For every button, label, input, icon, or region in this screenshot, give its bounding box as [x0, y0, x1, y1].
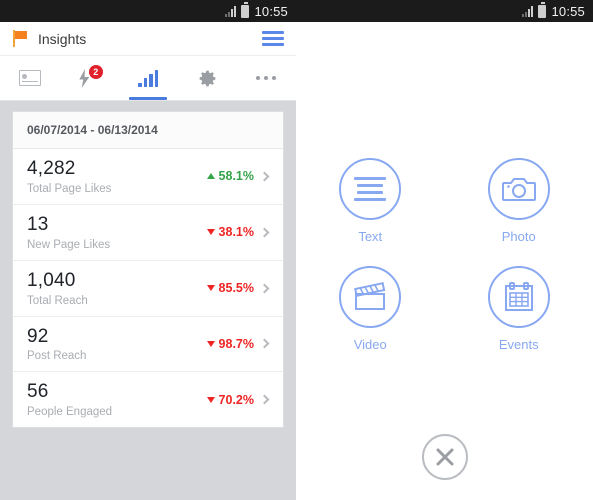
stat-text: 92 Post Reach — [27, 326, 207, 363]
stat-label: Total Page Likes — [27, 182, 112, 195]
delta-value: 98.7% — [218, 336, 254, 351]
notification-badge: 2 — [88, 65, 103, 79]
date-range-header[interactable]: 06/07/2014 - 06/13/2014 — [13, 112, 283, 149]
chevron-right-icon[interactable] — [259, 227, 270, 238]
close-x-icon — [436, 448, 453, 466]
stat-delta-group: 38.1% — [206, 225, 271, 240]
action-label: Video — [353, 337, 387, 352]
table-row[interactable]: 4,282 Total Page Likes 58.1% — [13, 149, 283, 205]
action-circle — [339, 158, 402, 220]
arrow-down-icon — [206, 229, 215, 236]
status-bar-right: 10:55 — [296, 0, 593, 22]
action-circle — [339, 266, 402, 328]
stat-text: 13 New Page Likes — [27, 214, 207, 251]
action-video[interactable]: Video — [339, 266, 402, 352]
delta-value: 38.1% — [218, 225, 254, 240]
stat-delta-group: 85.5% — [206, 281, 271, 296]
battery-icon — [241, 2, 250, 18]
stat-value: 1,040 — [27, 269, 76, 291]
stat-label: People Engaged — [27, 406, 113, 419]
tab-settings[interactable] — [178, 56, 237, 100]
status-bar-left: 10:55 — [0, 0, 296, 22]
delta-badge: 98.7% — [206, 336, 254, 351]
stat-value: 92 — [27, 325, 49, 347]
delta-value: 58.1% — [218, 169, 254, 184]
table-row[interactable]: 56 People Engaged 70.2% — [13, 372, 283, 427]
gear-icon — [199, 70, 216, 86]
dual-screen-container: 10:55 Insights 2 06/07/2014 - 06/13/2014… — [0, 0, 593, 500]
page-title: Insights — [38, 30, 87, 47]
arrow-up-icon — [206, 173, 215, 180]
delta-badge: 58.1% — [206, 169, 254, 184]
table-row[interactable]: 13 New Page Likes 38.1% — [13, 205, 283, 261]
insights-card: 06/07/2014 - 06/13/2014 4,282 Total Page… — [12, 111, 284, 429]
page-card-icon — [18, 70, 41, 86]
overflow-dots-icon — [256, 76, 277, 80]
chevron-right-icon[interactable] — [259, 339, 270, 349]
delta-badge: 85.5% — [206, 281, 254, 296]
chevron-right-icon[interactable] — [259, 283, 270, 294]
status-time: 10:55 — [254, 3, 288, 19]
arrow-down-icon — [206, 285, 215, 292]
hamburger-menu-icon[interactable] — [262, 31, 284, 46]
stat-value: 13 — [27, 213, 49, 235]
action-label: Text — [358, 229, 383, 244]
chevron-right-icon[interactable] — [259, 171, 270, 182]
action-photo[interactable]: Photo — [487, 158, 550, 244]
delta-value: 85.5% — [218, 281, 254, 296]
insights-card-wrapper: 06/07/2014 - 06/13/2014 4,282 Total Page… — [0, 101, 296, 429]
clapperboard-icon — [354, 282, 386, 310]
status-time: 10:55 — [551, 3, 585, 19]
delta-badge: 38.1% — [206, 225, 254, 240]
arrow-down-icon — [206, 340, 215, 347]
text-lines-icon — [354, 177, 387, 201]
camera-icon — [501, 178, 536, 201]
action-label: Events — [498, 337, 539, 352]
stat-text: 56 People Engaged — [27, 381, 207, 418]
calendar-icon — [504, 282, 533, 311]
tab-more[interactable] — [237, 56, 296, 100]
close-button[interactable] — [421, 434, 468, 480]
action-text[interactable]: Text — [339, 158, 402, 244]
stat-delta-group: 70.2% — [206, 392, 271, 407]
stat-label: Post Reach — [27, 350, 87, 363]
chevron-right-icon[interactable] — [259, 394, 270, 405]
table-row[interactable]: 92 Post Reach 98.7% — [13, 317, 283, 373]
composer-sheet: Text Photo Video Events — [296, 22, 593, 500]
action-label: Photo — [501, 229, 536, 244]
left-phone-screen: 10:55 Insights 2 06/07/2014 - 06/13/2014… — [0, 0, 296, 500]
stat-text: 1,040 Total Reach — [27, 270, 207, 307]
table-row[interactable]: 1,040 Total Reach 85.5% — [13, 261, 283, 317]
stat-label: Total Reach — [27, 294, 88, 307]
lightning-bolt-icon: 2 — [76, 65, 103, 90]
bar-chart-icon — [138, 69, 158, 87]
action-circle — [487, 266, 550, 328]
tab-notifications[interactable]: 2 — [59, 56, 118, 100]
delta-value: 70.2% — [218, 392, 254, 407]
active-tab-indicator — [129, 97, 167, 100]
signal-bars-icon — [225, 5, 237, 17]
action-events[interactable]: Events — [487, 266, 550, 352]
stat-delta-group: 98.7% — [206, 336, 271, 351]
stat-label: New Page Likes — [27, 238, 111, 251]
close-button-wrapper — [296, 434, 593, 480]
stat-value: 56 — [27, 381, 49, 403]
stat-value: 4,282 — [27, 158, 76, 179]
delta-badge: 70.2% — [206, 392, 254, 407]
tab-insights[interactable] — [118, 56, 177, 100]
arrow-down-icon — [206, 396, 215, 403]
stat-text: 4,282 Total Page Likes — [27, 158, 207, 195]
tab-bar: 2 — [0, 56, 296, 101]
stat-delta-group: 58.1% — [206, 169, 271, 184]
app-bar: Insights — [0, 22, 296, 56]
battery-icon — [538, 2, 547, 18]
right-phone-screen: 10:55 Text Photo Video Events — [296, 0, 593, 500]
action-circle — [487, 158, 550, 220]
action-grid: Text Photo Video Events — [296, 158, 593, 352]
signal-bars-icon — [522, 5, 534, 17]
flag-icon — [12, 30, 28, 47]
tab-pages[interactable] — [0, 56, 59, 100]
